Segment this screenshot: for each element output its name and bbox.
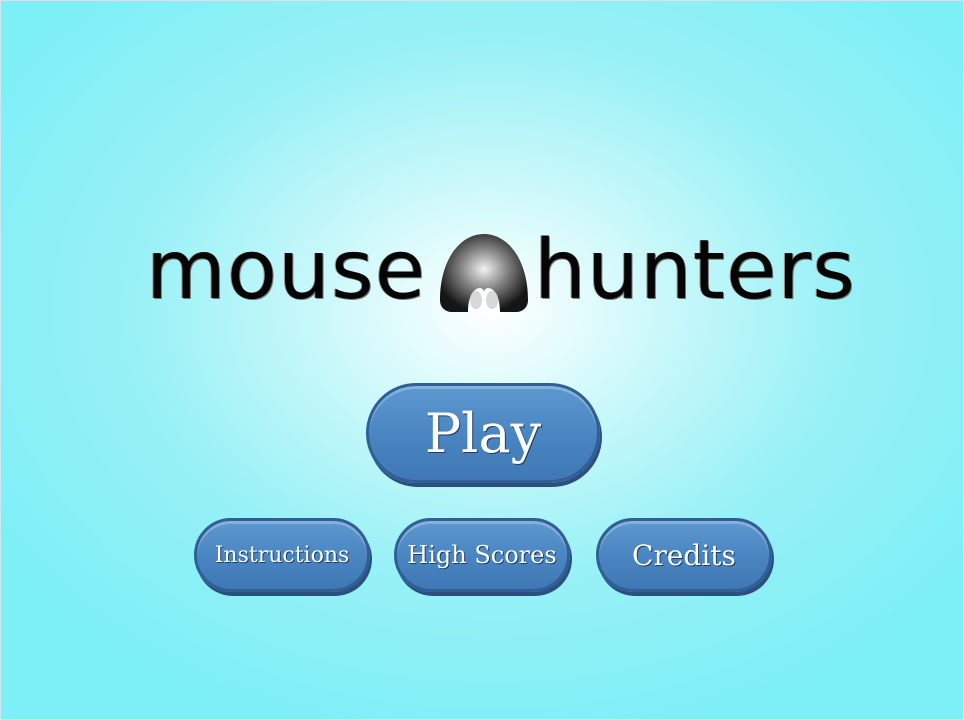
game-logo: mouse hunters: [146, 223, 855, 318]
mouse-head-icon: [440, 234, 528, 312]
play-button[interactable]: Play: [366, 383, 600, 483]
instructions-button[interactable]: Instructions: [194, 518, 370, 592]
logo-word-hunters: hunters: [534, 223, 856, 318]
game-frame: [0, 0, 964, 720]
high-scores-button[interactable]: High Scores: [394, 518, 570, 592]
logo-word-mouse: mouse: [146, 223, 427, 318]
credits-button[interactable]: Credits: [596, 518, 772, 592]
